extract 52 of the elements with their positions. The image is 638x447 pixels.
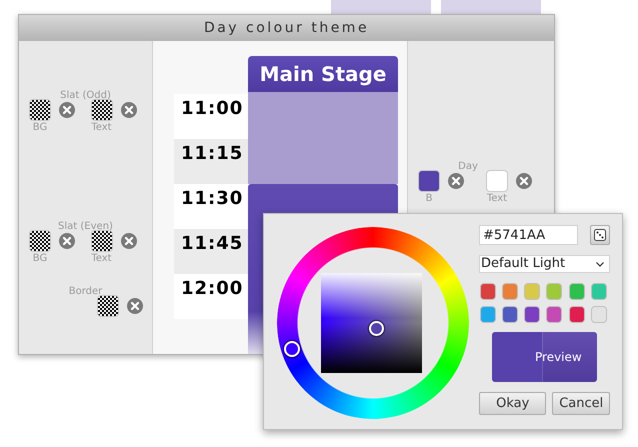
palette-swatch[interactable] <box>524 283 540 300</box>
swatch-label: Text <box>90 253 112 265</box>
clear-icon[interactable] <box>59 233 75 249</box>
time-slot: 11:00 <box>174 94 248 139</box>
saturation-square[interactable] <box>321 273 422 373</box>
palette-swatch[interactable] <box>546 306 562 323</box>
clear-icon[interactable] <box>448 173 464 189</box>
color-swatch[interactable] <box>486 170 508 192</box>
palette-swatch[interactable] <box>546 283 562 300</box>
palette-dropdown[interactable]: Default Light <box>479 255 610 273</box>
stage-header: Main Stage <box>248 56 398 92</box>
group-label: Slat (Even) <box>57 221 114 233</box>
transparent-swatch[interactable] <box>90 230 112 252</box>
palette-swatch[interactable] <box>568 283 585 300</box>
group-label: Slat (Odd) <box>59 90 112 102</box>
swatch-label: BG <box>32 122 48 134</box>
swatch-label: BG <box>32 253 48 265</box>
clear-icon[interactable] <box>120 102 136 118</box>
clear-icon[interactable] <box>516 173 532 189</box>
dice-icon <box>594 229 606 241</box>
swatch-label: Text <box>90 122 112 134</box>
time-slot: 11:45 <box>174 229 248 274</box>
time-slot: 12:00 <box>174 274 248 319</box>
chevron-down-icon <box>596 262 604 266</box>
clear-icon[interactable] <box>127 298 143 314</box>
palette-swatch[interactable] <box>590 306 607 323</box>
transparent-swatch[interactable] <box>97 295 119 317</box>
color-swatch[interactable] <box>418 170 440 192</box>
palette-swatch[interactable] <box>480 306 496 323</box>
palette-swatch[interactable] <box>524 306 540 323</box>
transparent-swatch[interactable] <box>29 99 51 121</box>
palette-swatch[interactable] <box>568 306 585 323</box>
group-label: Day <box>457 161 479 173</box>
dialog-button[interactable]: Cancel <box>552 392 610 415</box>
window-title: Day colour theme <box>204 18 370 38</box>
transparent-swatch[interactable] <box>29 230 51 252</box>
clear-icon[interactable] <box>59 102 75 118</box>
dialog-button[interactable]: Okay <box>479 392 546 415</box>
hex-field[interactable]: #5741AA <box>479 225 578 245</box>
clear-icon[interactable] <box>120 233 136 249</box>
palette-swatch[interactable] <box>590 283 607 300</box>
transparent-swatch[interactable] <box>90 99 112 121</box>
palette-swatch[interactable] <box>480 283 496 300</box>
palette-swatch[interactable] <box>502 306 518 323</box>
swatch-label: Text <box>486 193 508 205</box>
preview-button[interactable]: Preview <box>492 332 597 382</box>
time-slot: 11:15 <box>174 139 248 184</box>
group-label: Border <box>68 286 104 298</box>
palette-swatch[interactable] <box>502 283 518 300</box>
random-color-button[interactable] <box>590 225 610 245</box>
time-slot: 11:30 <box>174 184 248 229</box>
swatch-label: B <box>424 193 434 205</box>
